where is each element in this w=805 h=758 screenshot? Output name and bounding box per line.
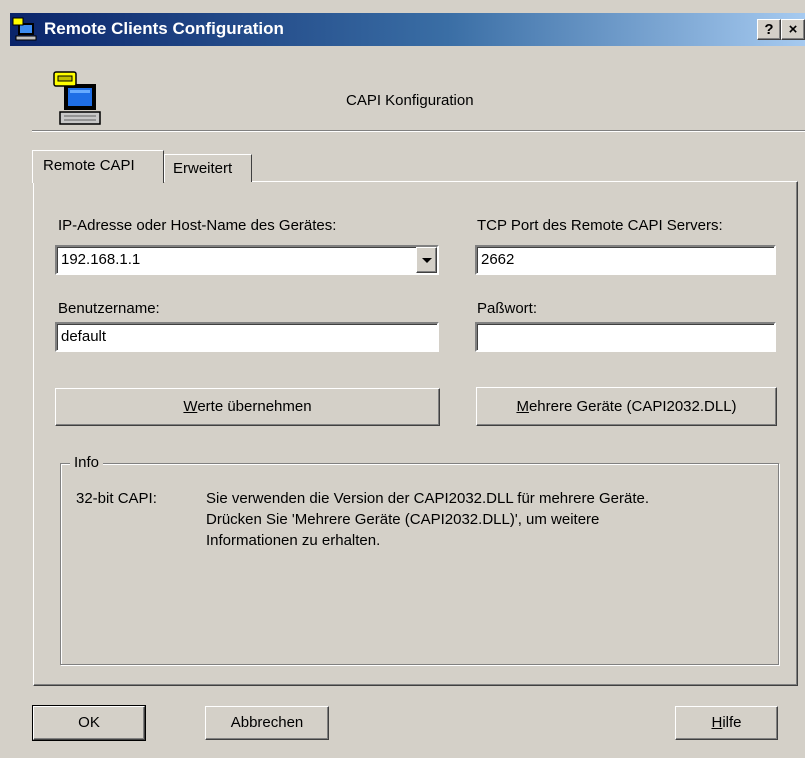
- tab-label: Erweitert: [173, 160, 233, 177]
- username-field[interactable]: default: [55, 322, 439, 352]
- password-field[interactable]: [475, 322, 776, 352]
- close-button[interactable]: ×: [781, 19, 805, 40]
- tab-label: Remote CAPI: [43, 157, 135, 174]
- multi-mnemonic: M: [516, 398, 529, 415]
- apply-values-button[interactable]: Werte übernehmen: [55, 388, 440, 426]
- username-label: Benutzername:: [58, 300, 160, 317]
- help-mnemonic: H: [711, 714, 723, 731]
- title-bar[interactable]: Remote Clients Configuration ? ×: [10, 13, 805, 46]
- tab-remote-capi[interactable]: Remote CAPI: [32, 150, 164, 183]
- tcp-port-value: 2662: [481, 251, 515, 268]
- tcp-port-field[interactable]: 2662: [475, 245, 776, 275]
- password-label: Paßwort:: [477, 300, 538, 317]
- username-value: default: [61, 328, 107, 345]
- phone-computer-icon: [53, 71, 101, 125]
- phone-computer-icon: [12, 17, 37, 41]
- ok-label: OK: [78, 714, 100, 731]
- page-title: CAPI Konfiguration: [346, 92, 474, 109]
- ip-address-value: 192.168.1.1: [61, 251, 141, 268]
- header-divider: [32, 130, 805, 132]
- apply-label: erte übernehmen: [197, 398, 312, 415]
- help-button[interactable]: Hilfe: [675, 706, 778, 740]
- multi-label: ehrere Geräte (CAPI2032.DLL): [528, 398, 737, 415]
- info-line-2: Drücken Sie 'Mehrere Geräte (CAPI2032.DL…: [206, 511, 600, 528]
- info-line-3: Informationen zu erhalten.: [206, 532, 381, 549]
- cancel-label: Abbrechen: [230, 714, 304, 731]
- info-group-title: Info: [70, 454, 104, 471]
- help-label: ilfe: [722, 714, 742, 731]
- apply-mnemonic: W: [183, 398, 198, 415]
- info-key: 32-bit CAPI:: [76, 490, 157, 507]
- chevron-down-icon[interactable]: [416, 247, 437, 273]
- context-help-button[interactable]: ?: [757, 19, 781, 40]
- ip-address-combobox[interactable]: 192.168.1.1: [55, 245, 439, 275]
- ok-button[interactable]: OK: [32, 705, 146, 741]
- question-icon: ?: [764, 21, 774, 38]
- cancel-button[interactable]: Abbrechen: [205, 706, 329, 740]
- tcp-port-label: TCP Port des Remote CAPI Servers:: [477, 217, 723, 234]
- info-line-1: Sie verwenden die Version der CAPI2032.D…: [206, 490, 650, 507]
- ip-address-label: IP-Adresse oder Host-Name des Gerätes:: [58, 217, 337, 234]
- close-icon: ×: [788, 21, 798, 38]
- multiple-devices-button[interactable]: Mehrere Geräte (CAPI2032.DLL): [476, 387, 777, 426]
- window-title: Remote Clients Configuration: [44, 19, 284, 38]
- tab-erweitert[interactable]: Erweitert: [164, 154, 252, 182]
